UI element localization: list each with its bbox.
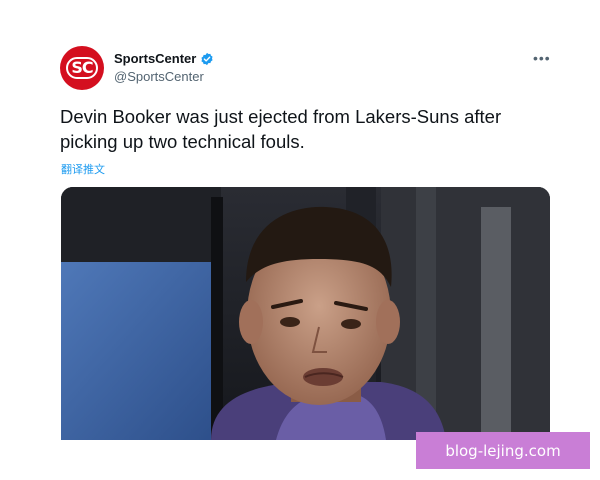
display-name[interactable]: SportsCenter: [114, 51, 196, 66]
more-options-icon[interactable]: •••: [533, 50, 551, 66]
translate-tweet-link[interactable]: 翻译推文: [61, 161, 105, 177]
watermark: blog-lejing.com: [416, 432, 590, 469]
tweet-text: Devin Booker was just ejected from Laker…: [60, 106, 502, 152]
profile-avatar[interactable]: SC: [60, 46, 104, 90]
tweet-media-image[interactable]: [61, 187, 550, 440]
author-name-row[interactable]: SportsCenter: [114, 51, 214, 66]
verified-badge-icon: [201, 52, 213, 65]
sportscenter-logo-icon: SC: [66, 57, 98, 79]
tweet-card: SC SportsCenter @SportsCenter ••• Devin …: [0, 0, 600, 480]
user-handle[interactable]: @SportsCenter: [114, 69, 204, 84]
player-photo: [61, 187, 550, 440]
